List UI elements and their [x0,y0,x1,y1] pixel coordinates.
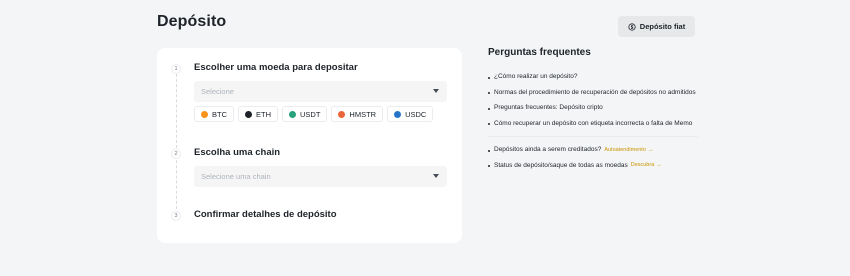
bullet-icon [488,165,490,168]
faq-item[interactable]: Normas del procedimiento de recuperación… [488,85,698,101]
faq-item-label: Cómo recuperar un depósito con etiqueta … [494,119,693,127]
bullet-icon [488,149,490,152]
step-1-title: Escolher uma moeda para depositar [194,62,358,73]
discover-link-label: Descubra [630,162,655,169]
step-2-title: Escolha uma chain [194,147,281,158]
arrow-right-icon: → [647,146,654,153]
eth-icon [245,110,252,118]
coin-chip-usdt[interactable]: USDT [282,106,328,122]
faq-item-label: Normas del procedimiento de recuperación… [494,88,696,96]
bullet-icon [488,76,490,79]
deposit-fiat-button[interactable]: Depósito fiat [618,16,695,37]
arrow-right-icon: → [656,162,662,169]
coin-select[interactable]: Selecione [194,81,447,102]
hmstr-icon [338,110,346,118]
usdt-icon [289,110,296,118]
faq-item[interactable]: ¿Cómo realizar un depósito? [488,69,698,85]
currency-icon [628,22,636,31]
step-2-number: 2 [171,149,181,159]
faq-list: ¿Cómo realizar un depósito? Normas del p… [488,69,698,173]
step-3-title: Confirmar detalhes de depósito [194,209,337,220]
coin-chip-eth[interactable]: ETH [238,106,278,122]
discover-link[interactable]: Descubra → [631,162,662,168]
popular-coins: BTC ETH USDT HMSTR USDC [194,106,434,122]
coin-chip-usdc[interactable]: USDC [387,106,434,122]
chain-select-placeholder: Selecione uma chain [201,172,271,181]
chain-select[interactable]: Selecione uma chain [194,166,447,187]
bullet-icon [488,107,490,110]
bullet-icon [488,92,490,95]
btc-icon [201,110,208,118]
faq-divider [488,136,698,137]
step-1-number: 1 [171,64,181,74]
coin-chip-label: ETH [256,109,271,119]
self-service-link[interactable]: Autoatendimento → [604,147,653,153]
bullet-icon [488,123,490,126]
usdc-icon [394,110,402,118]
faq-pending-deposits: Depósitos ainda a serem creditados? Auto… [488,142,698,158]
deposit-fiat-label: Depósito fiat [639,22,686,31]
page-title: Depósito [157,13,227,30]
faq-item[interactable]: Cómo recuperar un depósito con etiqueta … [488,116,698,132]
faq-item-label: Preguntas frecuentes: Depósito cripto [494,104,603,112]
coin-chip-label: HMSTR [349,109,377,119]
chevron-down-icon [433,89,439,93]
coin-chip-label: BTC [212,109,227,119]
faq-extra-label: Status de depósito/saque de todas as moe… [494,161,628,169]
coin-select-placeholder: Selecione [201,87,234,96]
coin-chip-hmstr[interactable]: HMSTR [331,106,384,122]
chevron-down-icon [433,174,439,178]
faq-item-label: ¿Cómo realizar un depósito? [494,73,578,81]
step-3-number: 3 [171,211,181,221]
coin-chip-btc[interactable]: BTC [194,106,234,122]
faq-title: Perguntas frequentes [488,47,591,58]
coin-chip-label: USDC [405,109,427,119]
faq-extra-label: Depósitos ainda a serem creditados? [494,146,602,154]
faq-coin-status: Status de depósito/saque de todas as moe… [488,158,698,174]
faq-item[interactable]: Preguntas frecuentes: Depósito cripto [488,100,698,116]
steps-connector [176,74,177,214]
coin-chip-label: USDT [300,109,321,119]
self-service-link-label: Autoatendimento [604,146,646,153]
